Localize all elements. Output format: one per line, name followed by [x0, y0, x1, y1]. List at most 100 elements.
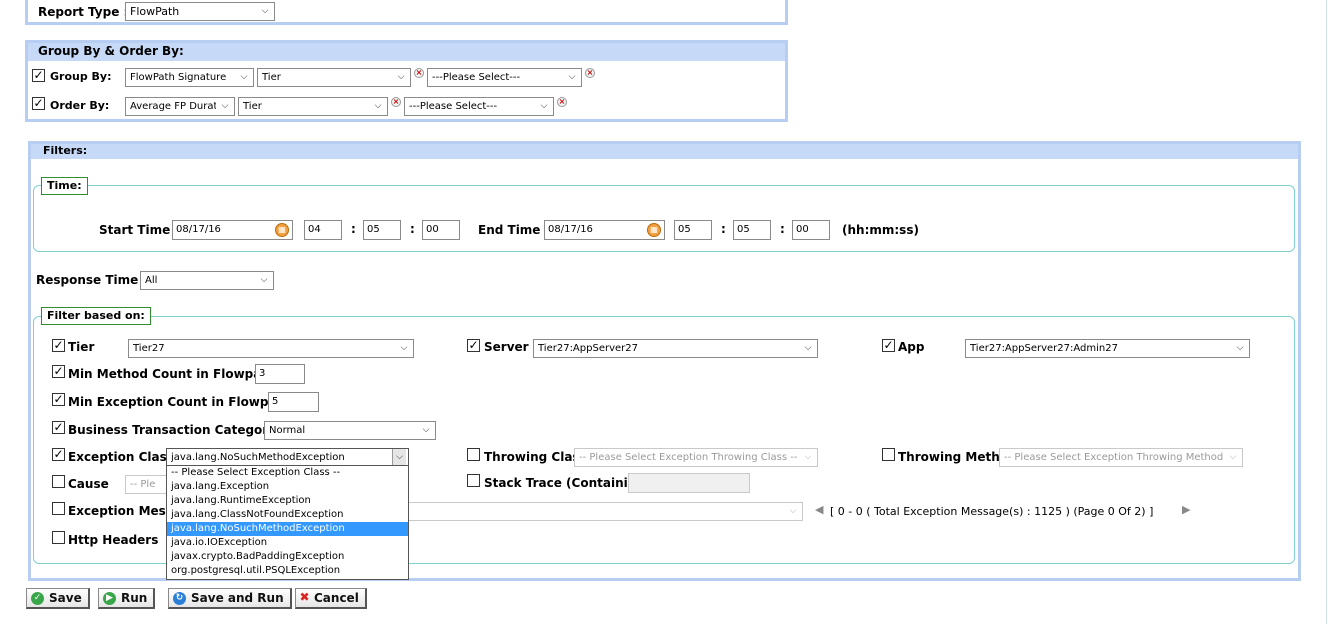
group-by-select-1[interactable]: FlowPath Signature ⌵ — [125, 68, 254, 87]
http-headers-checkbox[interactable] — [52, 531, 65, 544]
end-time-label: End Time — [478, 223, 541, 237]
throwing-method-select[interactable]: -- Please Select Exception Throwing Meth… — [999, 448, 1243, 467]
min-method-input[interactable]: 3 — [255, 364, 305, 384]
time-separator: : — [780, 222, 785, 236]
calendar-icon[interactable]: ▦ — [275, 223, 289, 237]
stack-trace-input[interactable] — [628, 473, 750, 493]
bt-category-select[interactable]: Normal ⌵ — [264, 421, 436, 440]
tier-select[interactable]: Tier27 ⌵ — [128, 339, 414, 358]
run-button[interactable]: ▶ Run — [98, 588, 156, 609]
min-method-checkbox[interactable]: ✓ — [52, 365, 65, 378]
remove-icon[interactable]: × — [585, 68, 595, 78]
group-by-label: Group By: — [50, 70, 112, 83]
exception-option[interactable]: java.lang.RuntimeException — [167, 494, 408, 508]
filters-header: Filters: — [31, 144, 1298, 159]
chevron-down-icon: ⌵ — [261, 6, 269, 16]
group-by-select-3[interactable]: ---Please Select--- ⌵ — [427, 68, 582, 87]
group-order-header: Group By & Order By: — [28, 43, 785, 61]
check-icon: ✓ — [31, 592, 44, 605]
chevron-down-icon: ⌵ — [804, 452, 812, 462]
stack-trace-checkbox[interactable] — [467, 474, 480, 487]
group-by-select-2[interactable]: Tier ⌵ — [257, 68, 411, 87]
start-hour-input[interactable]: 04 — [304, 220, 342, 240]
app-value: Tier27:AppServer27:Admin27 — [970, 343, 1118, 354]
app-select[interactable]: Tier27:AppServer27:Admin27 ⌵ — [965, 339, 1250, 358]
prev-page-icon[interactable]: ◀ — [815, 503, 823, 516]
chevron-down-icon: ⌵ — [374, 101, 382, 111]
cancel-label: Cancel — [314, 591, 359, 605]
calendar-icon[interactable]: ▦ — [647, 223, 661, 237]
start-minute-input[interactable]: 05 — [363, 220, 401, 240]
exception-option[interactable]: java.lang.Exception — [167, 480, 408, 494]
exception-option[interactable]: java.io.IOException — [167, 536, 408, 550]
save-label: Save — [49, 591, 82, 605]
exception-option[interactable]: javax.crypto.BadPaddingException — [167, 550, 408, 564]
tier-checkbox[interactable]: ✓ — [52, 339, 65, 352]
exception-option[interactable]: org.postgresql.util.PSQLException — [167, 564, 408, 578]
throwing-method-placeholder: -- Please Select Exception Throwing Meth… — [1004, 452, 1224, 463]
remove-icon[interactable]: × — [391, 97, 401, 107]
end-date-input[interactable]: 08/17/16 ▦ — [544, 220, 665, 240]
refresh-icon: ↻ — [173, 592, 186, 605]
min-exception-label: Min Exception Count in Flowpaths — [68, 395, 299, 409]
next-page-icon[interactable]: ▶ — [1182, 503, 1190, 516]
remove-icon[interactable]: × — [414, 68, 424, 78]
app-checkbox[interactable]: ✓ — [882, 339, 895, 352]
min-exception-input[interactable]: 5 — [268, 392, 319, 412]
throwing-class-checkbox[interactable] — [467, 448, 480, 461]
chevron-down-icon: ⌵ — [392, 449, 406, 466]
group-by-select-3-value: ---Please Select--- — [432, 72, 521, 83]
start-second-input[interactable]: 00 — [422, 220, 460, 240]
time-separator: : — [410, 222, 415, 236]
time-separator: : — [351, 222, 356, 236]
response-time-select[interactable]: All ⌵ — [140, 271, 274, 290]
exception-class-checkbox[interactable]: ✓ — [52, 448, 65, 461]
end-minute-input[interactable]: 05 — [733, 220, 771, 240]
save-button[interactable]: ✓ Save — [26, 588, 90, 609]
min-exception-checkbox[interactable]: ✓ — [52, 393, 65, 406]
exception-option[interactable]: java.lang.ClassNotFoundException — [167, 508, 408, 522]
cause-checkbox[interactable] — [52, 475, 65, 488]
server-select[interactable]: Tier27:AppServer27 ⌵ — [533, 339, 818, 358]
response-time-value: All — [145, 275, 158, 286]
chevron-down-icon: ⌵ — [221, 101, 229, 111]
tier-value: Tier27 — [133, 343, 165, 354]
order-by-select-1[interactable]: Average FP Duratic ⌵ — [125, 97, 235, 116]
start-date-input[interactable]: 08/17/16 ▦ — [172, 220, 293, 240]
page-border — [1326, 0, 1327, 624]
order-by-select-3[interactable]: ---Please Select--- ⌵ — [404, 97, 554, 116]
group-by-select-1-value: FlowPath Signature — [130, 72, 227, 83]
bt-category-checkbox[interactable]: ✓ — [52, 421, 65, 434]
server-checkbox[interactable]: ✓ — [467, 339, 480, 352]
report-type-select[interactable]: FlowPath ⌵ — [125, 2, 275, 21]
throwing-class-select[interactable]: -- Please Select Exception Throwing Clas… — [574, 448, 818, 467]
order-by-select-2[interactable]: Tier ⌵ — [238, 97, 388, 116]
chevron-down-icon: ⌵ — [1229, 452, 1237, 462]
remove-icon[interactable]: × — [557, 97, 567, 107]
cancel-button[interactable]: ✖ Cancel — [295, 588, 367, 609]
group-by-select-2-value: Tier — [262, 72, 281, 83]
chevron-down-icon: ⌵ — [1236, 343, 1244, 353]
exception-message-label: Exception Messa — [68, 504, 182, 518]
tier-label: Tier — [68, 340, 95, 354]
run-label: Run — [121, 591, 148, 605]
cause-placeholder: -- Please — [130, 479, 156, 490]
server-label: Server — [484, 340, 529, 354]
chevron-down-icon: ⌵ — [804, 343, 812, 353]
exception-option-selected[interactable]: java.lang.NoSuchMethodException — [167, 522, 408, 536]
bt-category-label: Business Transaction Category — [68, 423, 277, 437]
exception-option[interactable]: -- Please Select Exception Class -- — [167, 466, 408, 480]
order-by-checkbox[interactable]: ✓ — [32, 97, 45, 110]
chevron-down-icon: ⌵ — [240, 72, 248, 82]
group-by-checkbox[interactable]: ✓ — [32, 69, 45, 82]
exception-message-checkbox[interactable] — [52, 502, 65, 515]
exception-message-pager: [ 0 - 0 ( Total Exception Message(s) : 1… — [830, 505, 1154, 518]
end-hour-input[interactable]: 05 — [674, 220, 712, 240]
end-second-input[interactable]: 00 — [792, 220, 830, 240]
time-legend: Time: — [41, 177, 88, 195]
cause-label: Cause — [68, 477, 109, 491]
chevron-down-icon: ⌵ — [400, 343, 408, 353]
save-and-run-button[interactable]: ↻ Save and Run — [168, 588, 292, 609]
throwing-method-checkbox[interactable] — [882, 448, 895, 461]
end-date-value: 08/17/16 — [548, 224, 593, 235]
